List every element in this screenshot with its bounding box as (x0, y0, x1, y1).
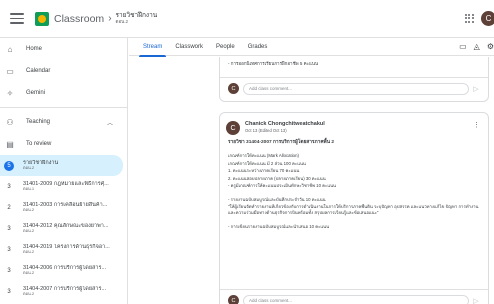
to-review-icon: ▤ (6, 139, 14, 149)
gemini-icon: ✧ (6, 88, 14, 98)
post-line: เกณฑ์การให้คะแนน มี 2 ส่วน 100 คะแนน (228, 160, 306, 166)
tab-toolbar: ▭ ◬ ⚙ (459, 42, 494, 51)
top-app-bar: Classroom › รายวิชาฝึกงาน ตอน.2 C (0, 0, 494, 38)
sidebar-item-label: Gemini (26, 90, 46, 96)
author-avatar: C (226, 121, 240, 135)
post-body: รายวิชา 31404-2007 การบริการผู้โดยสารภาค… (220, 135, 488, 231)
more-vert-icon[interactable]: ⋮ (473, 121, 480, 129)
class-list: 5 รายวิชาฝึกงาน ตอน.2 3 31401-2009 กฎหมาย… (0, 155, 127, 302)
post-line: - ครูมีเกณฑ์การให้คะแนนประเมินทักษะวิชาช… (228, 183, 336, 189)
post-line: เกณฑ์การให้คะแนน (Mark Allocation) (228, 153, 299, 158)
stream-feed: - การออกนิเทศการเรียนการฝึกอาชีพ 5 คะแนน… (129, 57, 494, 304)
post-line: - รายงานฉบับสมบูรณ์และบันทึกประจำวัน 10 … (228, 196, 326, 202)
class-section: ตอน.2 (23, 291, 35, 297)
sidebar-item-gemini[interactable]: ✧ Gemini (0, 82, 127, 104)
class-section: ตอน.2 (23, 270, 35, 276)
class-avatar: 3 (7, 246, 11, 253)
class-avatar: 2 (7, 204, 11, 211)
breadcrumb-class-section: ตอน.2 (115, 18, 128, 24)
tab-grades[interactable]: Grades (248, 38, 268, 56)
settings-icon[interactable]: ⚙ (487, 42, 494, 51)
class-avatar: 3 (7, 183, 11, 190)
post-line: 2. คะแนนสอบปลายภาค (ปลายภาคเรียน) 30 คะแ… (228, 175, 326, 181)
people-icon: ⚇ (6, 117, 14, 127)
avatar: C (228, 83, 239, 94)
main-menu-icon[interactable] (10, 13, 24, 24)
sidebar-divider (0, 107, 127, 108)
sidebar-class-item[interactable]: 3 31404-2019 โครงการด้านธุรกิจอา... ตอน.2 (0, 239, 127, 260)
sidebar-item-label: Home (26, 46, 43, 52)
sidebar-class-item[interactable]: 5 รายวิชาฝึกงาน ตอน.2 (0, 155, 123, 176)
announcement-card: C Chanick Chongchitweatchakul Oct 13 (Ed… (219, 112, 489, 304)
class-comment-row: C Add class comment... ▷ (220, 77, 488, 99)
class-tabs: Stream Classwork People Grades ▭ ◬ ⚙ (129, 38, 494, 57)
breadcrumb[interactable]: รายวิชาฝึกงาน ตอน.2 (116, 12, 158, 24)
class-avatar: 5 (4, 160, 14, 171)
post-author: Chanick Chongchitweatchakul (245, 121, 325, 127)
post-line: - การเขียนรายงานฉบับสมบูรณ์และนำเสนอ 10 … (228, 224, 330, 230)
sidebar-class-item[interactable]: 3 31404-2007 การบริการผู้โดยสาร... ตอน.2 (0, 281, 127, 302)
class-section: ตอน.1 (23, 186, 35, 192)
tab-people[interactable]: People (216, 38, 235, 56)
sidebar-class-item[interactable]: 2 31401-2003 การเคลื่อนย้ายสินค้า... ตอน.… (0, 197, 127, 218)
sidebar-item-calendar[interactable]: ▭ Calendar (0, 60, 127, 82)
class-avatar: 3 (7, 225, 11, 232)
announcement-card: - การออกนิเทศการเรียนการฝึกอาชีพ 5 คะแนน… (219, 57, 489, 102)
class-section: ตอน.2 (23, 249, 35, 255)
send-icon[interactable]: ▷ (469, 297, 483, 304)
sidebar: ⌂ Home ▭ Calendar ✧ Gemini ⚇ Teaching ︿ … (0, 38, 128, 304)
class-comment-input[interactable]: Add class comment... (243, 294, 469, 304)
chevron-up-icon[interactable]: ︿ (107, 118, 113, 127)
sidebar-item-label: To review (26, 141, 52, 147)
sidebar-class-item[interactable]: 3 31404-2006 การบริการผู้โดยสาร... ตอน.2 (0, 260, 127, 281)
announcement-text: - การออกนิเทศการเรียนการฝึกอาชีพ 5 คะแนน (228, 61, 319, 66)
avatar: C (228, 295, 239, 304)
app-name[interactable]: Classroom (54, 13, 104, 25)
class-comment-input[interactable]: Add class comment... (243, 82, 469, 95)
home-icon: ⌂ (7, 44, 13, 54)
classroom-logo-icon[interactable] (35, 11, 49, 26)
post-line: 1. คะแนนระหว่างภาคเรียน 70 คะแนน (228, 168, 300, 174)
calendar-icon: ▭ (6, 66, 14, 76)
class-section: ตอน.2 (23, 207, 35, 213)
tab-stream[interactable]: Stream (138, 38, 167, 57)
sidebar-item-label: Calendar (26, 68, 51, 74)
post-title: รายวิชา 31404-2007 การบริการผู้โดยสารภาค… (228, 140, 334, 145)
sidebar-class-item[interactable]: 3 31404-2012 คุณลักษณะของยาพา... ตอน.2 (0, 218, 127, 239)
send-icon[interactable]: ▷ (469, 85, 483, 93)
sidebar-class-item[interactable]: 3 31401-2009 กฎหมายและพิธีการศุ... ตอน.1 (0, 176, 127, 197)
tab-classwork[interactable]: Classwork (175, 38, 203, 56)
sidebar-item-to-review[interactable]: ▤ To review (0, 133, 127, 155)
calendar-icon[interactable]: ▭ (459, 42, 467, 51)
class-section: ตอน.2 (23, 228, 35, 234)
account-avatar[interactable]: C (481, 11, 494, 26)
post-header: C Chanick Chongchitweatchakul Oct 13 (Ed… (220, 113, 488, 135)
class-avatar: 3 (7, 288, 11, 295)
post-line: "ให้ผู้เรียนจัดทำรายงานที่เกี่ยวข้องกับก… (228, 203, 479, 216)
sidebar-item-home[interactable]: ⌂ Home (0, 38, 127, 60)
sidebar-item-teaching[interactable]: ⚇ Teaching ︿ (0, 111, 127, 133)
drive-folder-icon[interactable]: ◬ (474, 42, 480, 51)
class-section: ตอน.2 (23, 165, 35, 171)
class-comment-row: C Add class comment... ▷ (220, 289, 488, 304)
post-date: Oct 13 (Edited Oct 13) (245, 128, 287, 133)
sidebar-item-label: Teaching (26, 119, 51, 125)
class-avatar: 3 (7, 267, 11, 274)
breadcrumb-chevron-icon: › (108, 13, 112, 24)
google-apps-icon[interactable] (465, 14, 474, 23)
